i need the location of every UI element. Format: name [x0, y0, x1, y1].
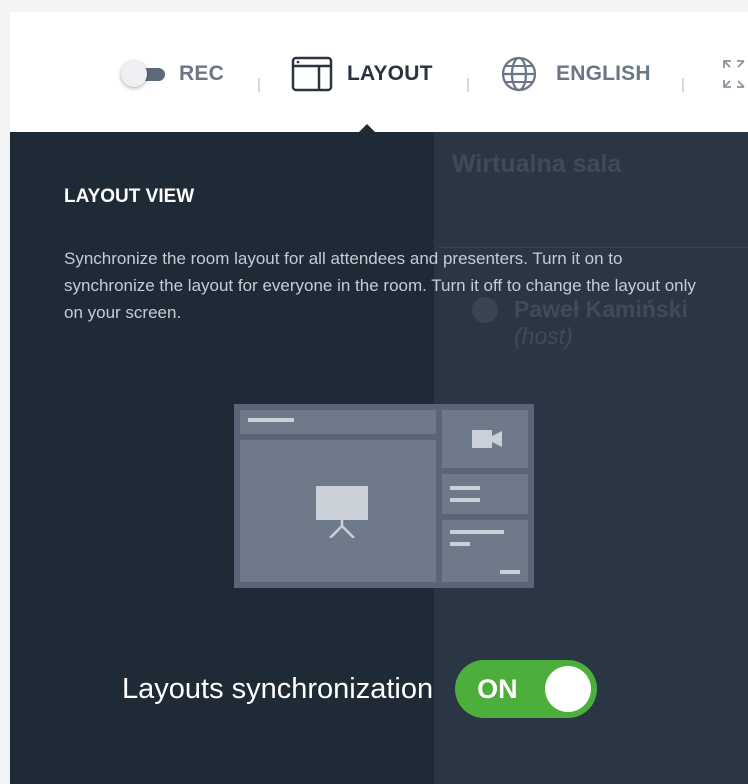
illustration-header-bar	[248, 418, 294, 422]
top-toolbar: REC LAYOUT ENGLISH	[10, 12, 748, 132]
toolbar-divider	[682, 78, 684, 92]
video-camera-icon	[472, 430, 502, 448]
panel-description: Synchronize the room layout for all atte…	[64, 249, 696, 322]
fullscreen-button[interactable]	[722, 52, 746, 96]
language-label: ENGLISH	[556, 62, 651, 85]
illustration-notes-bar	[450, 530, 504, 534]
illustration-header	[240, 410, 436, 434]
illustration-notes-bar	[450, 542, 470, 546]
layout-button[interactable]: LAYOUT	[291, 52, 433, 96]
toggle-state-label: ON	[477, 673, 518, 704]
illustration-chat-bar	[450, 486, 480, 490]
layout-icon	[291, 56, 333, 92]
presentation-screen-icon	[316, 486, 368, 538]
rec-control[interactable]: REC	[121, 52, 224, 96]
layouts-sync-label: Layouts synchronization	[122, 672, 434, 705]
illustration-chat-tile	[442, 474, 528, 514]
room-name: Wirtualna sala	[452, 150, 622, 178]
rec-toggle-icon[interactable]	[121, 61, 169, 87]
rec-label: REC	[179, 62, 224, 85]
layout-illustration	[234, 404, 534, 588]
illustration-notes-bar	[500, 570, 520, 574]
panel-title: LAYOUT VIEW	[64, 186, 195, 207]
globe-icon	[501, 56, 537, 92]
toolbar-divider	[258, 78, 260, 92]
language-button[interactable]: ENGLISH	[500, 52, 651, 96]
layouts-sync-toggle[interactable]: ON	[455, 660, 598, 718]
toggle-knob	[545, 666, 592, 712]
popover-caret	[357, 124, 377, 134]
layout-label: LAYOUT	[347, 62, 433, 85]
toolbar-divider	[467, 78, 469, 92]
participant-note: (host)	[514, 323, 573, 349]
fullscreen-icon	[723, 60, 745, 88]
layouts-sync-row: Layouts synchronization ON	[122, 660, 598, 718]
illustration-chat-bar	[450, 498, 480, 502]
